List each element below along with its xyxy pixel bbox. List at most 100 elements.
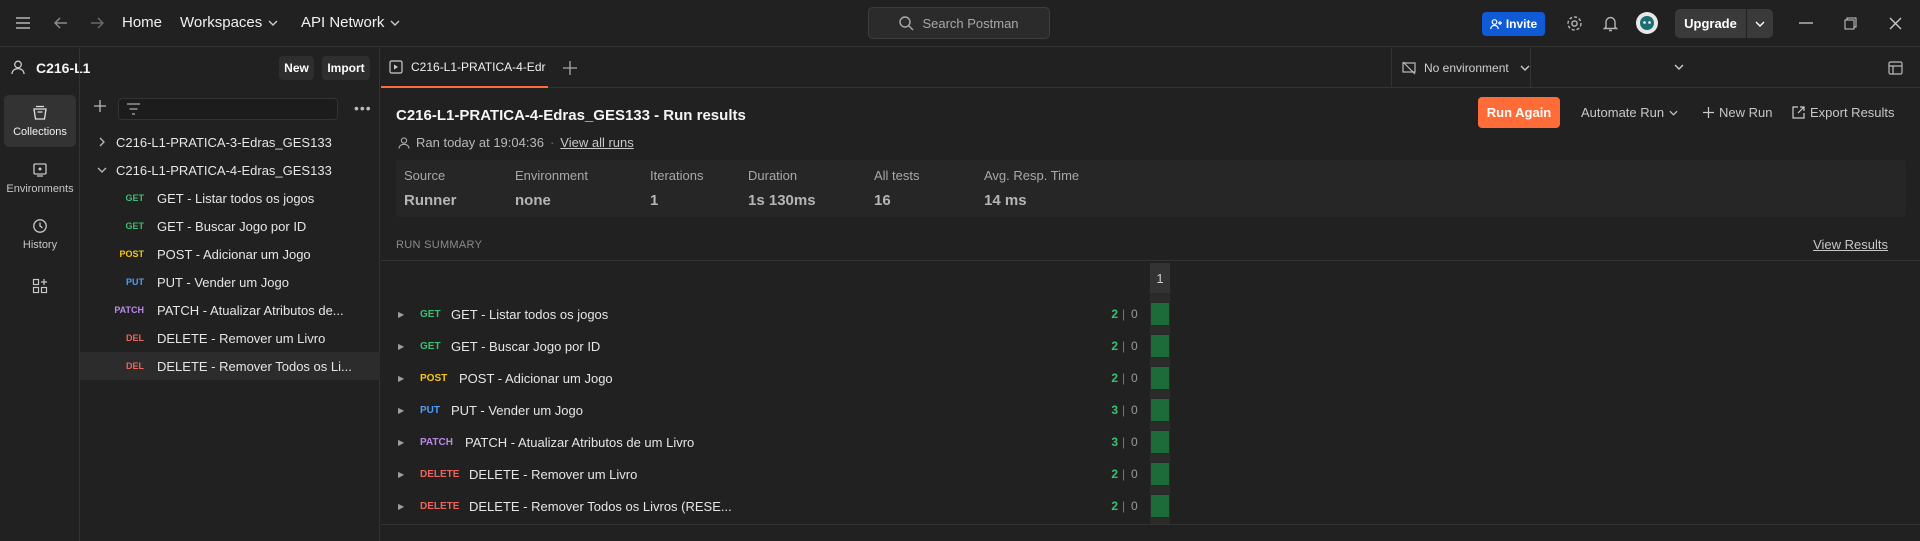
- minimize-window-icon[interactable]: [1797, 14, 1815, 32]
- expand-caret-icon[interactable]: ▶: [398, 374, 404, 383]
- method-badge: DELETE: [420, 500, 460, 512]
- view-all-runs-link[interactable]: View all runs: [560, 135, 633, 150]
- iteration-result-cell[interactable]: [1151, 495, 1169, 517]
- workspaces-menu[interactable]: Workspaces: [180, 14, 278, 31]
- export-results-button[interactable]: Export Results: [1792, 97, 1895, 128]
- request-item[interactable]: DEL DELETE - Remover Todos os Li...: [80, 352, 380, 380]
- chevron-down-icon[interactable]: [1747, 9, 1773, 38]
- collection-item[interactable]: C216-L1-PRATICA-4-Edras_GES133: [80, 156, 380, 184]
- tab-list-chevron-icon[interactable]: [1674, 64, 1684, 70]
- summary-row[interactable]: ▶ POST POST - Adicionar um Jogo 2 | 0: [381, 365, 1920, 391]
- restore-window-icon[interactable]: [1841, 14, 1859, 32]
- iteration-result-cell[interactable]: [1151, 303, 1169, 325]
- expand-caret-icon[interactable]: ▶: [398, 502, 404, 511]
- avatar[interactable]: [1636, 12, 1658, 34]
- user-icon: [398, 136, 410, 149]
- summary-row[interactable]: ▶ PATCH PATCH - Atualizar Atributos de u…: [381, 429, 1920, 455]
- notification-bell-icon[interactable]: [1601, 14, 1619, 32]
- rail-item-collections[interactable]: Collections: [4, 95, 76, 147]
- request-item[interactable]: PATCH PATCH - Atualizar Atributos de...: [80, 296, 380, 324]
- divider: [381, 524, 1920, 525]
- rail-label: Environments: [6, 182, 74, 195]
- expand-caret-icon[interactable]: ▶: [398, 470, 404, 479]
- count-separator: |: [1122, 403, 1126, 417]
- settings-gear-icon[interactable]: [1565, 14, 1583, 32]
- expand-caret-icon[interactable]: ▶: [398, 438, 404, 447]
- request-item[interactable]: POST POST - Adicionar um Jogo: [80, 240, 380, 268]
- summary-row[interactable]: ▶ DELETE DELETE - Remover Todos os Livro…: [381, 493, 1920, 519]
- request-name: PATCH - Atualizar Atributos de...: [157, 302, 344, 318]
- stat-value: none: [515, 192, 551, 209]
- export-results-label: Export Results: [1810, 105, 1895, 120]
- import-button[interactable]: Import: [322, 56, 370, 80]
- collection-item[interactable]: C216-L1-PRATICA-3-Edras_GES133: [80, 128, 380, 156]
- tab-run-results[interactable]: C216-L1-PRATICA-4-Edr: [381, 48, 548, 88]
- add-workbench-icon: [32, 278, 48, 294]
- chevron-down-icon: [268, 20, 278, 26]
- environment-selector[interactable]: No environment: [1391, 48, 1531, 88]
- request-item[interactable]: GET GET - Listar todos os jogos: [80, 184, 380, 212]
- filter-input[interactable]: [118, 98, 338, 120]
- stat-environment: Environment none: [515, 168, 588, 209]
- chevron-down-icon: [1520, 65, 1530, 71]
- request-name: PATCH - Atualizar Atributos de um Livro: [465, 434, 695, 450]
- invite-button[interactable]: Invite: [1482, 12, 1545, 36]
- fail-count: 0: [1131, 435, 1138, 449]
- search-bar[interactable]: Search Postman: [868, 7, 1050, 39]
- iteration-result-cell[interactable]: [1151, 367, 1169, 389]
- view-results-link[interactable]: View Results: [1813, 237, 1888, 252]
- request-item[interactable]: PUT PUT - Vender um Jogo: [80, 268, 380, 296]
- stat-all-tests: All tests 16: [874, 168, 920, 209]
- stat-label: Avg. Resp. Time: [984, 168, 1080, 183]
- method-badge: POST: [119, 249, 144, 259]
- add-user-icon: [1490, 18, 1502, 29]
- expand-caret-icon[interactable]: ▶: [398, 342, 404, 351]
- new-run-button[interactable]: New Run: [1703, 97, 1772, 128]
- rail-item-history[interactable]: History: [4, 208, 76, 260]
- menu-icon[interactable]: [14, 14, 32, 32]
- more-options-icon[interactable]: •••: [354, 100, 372, 116]
- close-window-icon[interactable]: [1886, 14, 1904, 32]
- environment-quick-look-icon[interactable]: [1888, 61, 1903, 75]
- run-summary-label: RUN SUMMARY: [396, 239, 483, 251]
- stat-iterations: Iterations 1: [650, 168, 703, 209]
- method-badge: DEL: [126, 361, 144, 371]
- summary-row[interactable]: ▶ GET GET - Listar todos os jogos 2 | 0: [381, 301, 1920, 327]
- summary-row[interactable]: ▶ PUT PUT - Vender um Jogo 3 | 0: [381, 397, 1920, 423]
- rail-item-environments[interactable]: Environments: [4, 152, 76, 204]
- rail-item-configure[interactable]: [4, 266, 76, 306]
- request-name: GET - Buscar Jogo por ID: [451, 338, 601, 354]
- new-tab-icon[interactable]: [563, 61, 577, 75]
- expand-caret-icon[interactable]: ▶: [398, 406, 404, 415]
- robot-avatar-icon: [1640, 16, 1654, 30]
- upgrade-button[interactable]: Upgrade: [1675, 9, 1773, 38]
- request-item[interactable]: DEL DELETE - Remover um Livro: [80, 324, 380, 352]
- environment-label: No environment: [1424, 61, 1509, 75]
- collection-name: C216-L1-PRATICA-3-Edras_GES133: [116, 134, 332, 150]
- chevron-right-icon: [99, 137, 105, 147]
- request-name: GET - Buscar Jogo por ID: [157, 218, 307, 234]
- iteration-result-cell[interactable]: [1151, 431, 1169, 453]
- collections-icon: [33, 105, 47, 120]
- request-name: DELETE - Remover um Livro: [157, 330, 326, 346]
- iteration-result-cell[interactable]: [1151, 335, 1169, 357]
- home-link[interactable]: Home: [122, 14, 162, 31]
- add-icon[interactable]: [94, 100, 106, 112]
- collection-name: C216-L1-PRATICA-4-Edras_GES133: [116, 162, 332, 178]
- run-again-button[interactable]: Run Again: [1478, 97, 1560, 128]
- rail-label: History: [22, 238, 58, 251]
- iteration-result-cell[interactable]: [1151, 399, 1169, 421]
- automate-run-button[interactable]: Automate Run: [1581, 97, 1678, 128]
- request-name: DELETE - Remover Todos os Livros (RESE..…: [469, 498, 732, 514]
- run-stats: Source Runner Environment none Iteration…: [396, 160, 1906, 217]
- stat-label: All tests: [874, 168, 920, 183]
- forward-arrow-icon[interactable]: [88, 14, 106, 32]
- expand-caret-icon[interactable]: ▶: [398, 310, 404, 319]
- new-button[interactable]: New: [279, 56, 314, 80]
- summary-row[interactable]: ▶ DELETE DELETE - Remover um Livro 2 | 0: [381, 461, 1920, 487]
- api-network-menu[interactable]: API Network: [301, 14, 400, 31]
- summary-row[interactable]: ▶ GET GET - Buscar Jogo por ID 2 | 0: [381, 333, 1920, 359]
- request-item[interactable]: GET GET - Buscar Jogo por ID: [80, 212, 380, 240]
- back-arrow-icon[interactable]: [52, 14, 70, 32]
- iteration-result-cell[interactable]: [1151, 463, 1169, 485]
